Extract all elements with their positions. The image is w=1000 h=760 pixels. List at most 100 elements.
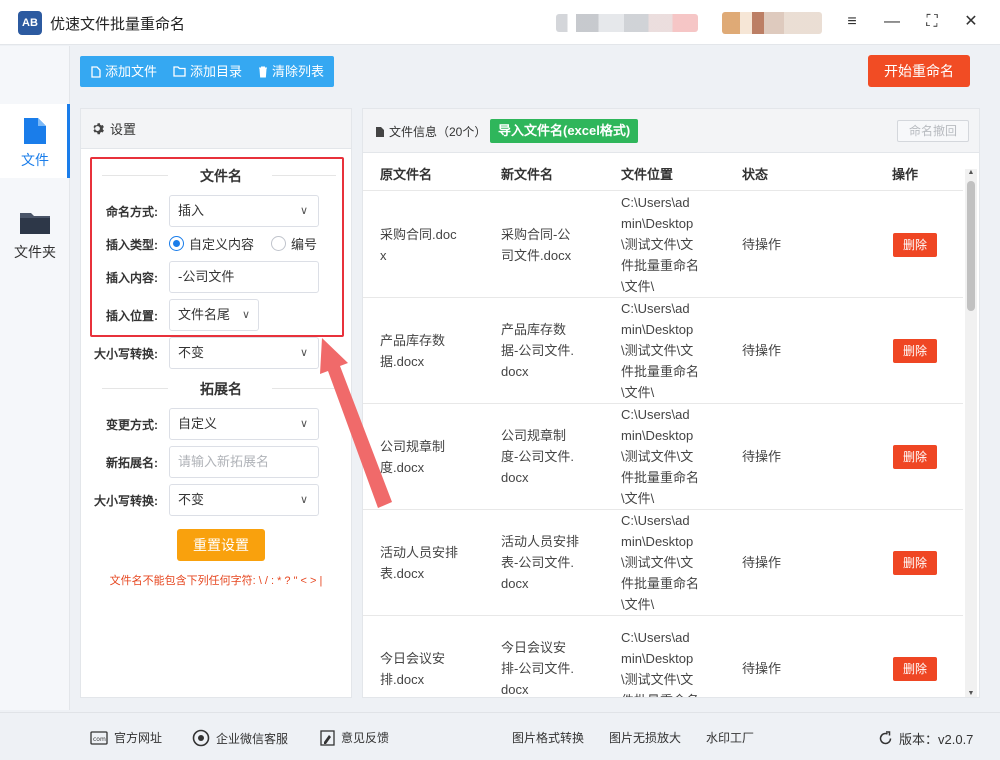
cell-line: \测试文件\文 xyxy=(621,672,694,687)
cell-line: \文件\ xyxy=(621,491,655,506)
website-link[interactable]: com 官方网址 xyxy=(90,729,162,746)
cell-line: C:\Users\ad xyxy=(621,513,690,528)
change-mode-value: 自定义 xyxy=(178,416,218,431)
folder-icon xyxy=(19,208,51,239)
refresh-icon xyxy=(879,731,892,745)
cell-line: 公司规章制 xyxy=(501,428,567,443)
cell-line: 活动人员安排 xyxy=(501,534,580,549)
chevron-down-icon: ∨ xyxy=(299,347,308,359)
image-convert-link[interactable]: 图片格式转换 xyxy=(512,729,584,746)
delete-button[interactable]: 删除 xyxy=(893,657,937,681)
settings-header: 设置 xyxy=(81,109,351,149)
cell-line: \测试文件\文 xyxy=(621,449,694,464)
reset-settings-button[interactable]: 重置设置 xyxy=(177,529,265,561)
clear-list-button[interactable]: 清除列表 xyxy=(250,56,334,87)
undo-rename-button[interactable]: 命名撤回 xyxy=(897,120,969,142)
cell-line: 件批量重命名 xyxy=(621,576,700,591)
cell-line: min\Desktop xyxy=(621,534,694,549)
naming-mode-value: 插入 xyxy=(178,203,205,218)
menu-icon[interactable]: ≡ xyxy=(839,9,865,35)
nav-item-folder[interactable]: 文件夹 xyxy=(0,196,70,270)
delete-button[interactable]: 删除 xyxy=(893,445,937,469)
status-cell: 待操作 xyxy=(742,449,782,464)
document-icon xyxy=(376,126,384,137)
file-count-text: 文件信息（20个） xyxy=(389,125,487,139)
feedback-icon xyxy=(320,729,335,746)
start-rename-button[interactable]: 开始重命名 xyxy=(868,55,970,87)
delete-button[interactable]: 删除 xyxy=(893,233,937,257)
add-folder-button[interactable]: 添加目录 xyxy=(165,56,250,87)
filename-warning: 文件名不能包含下列任何字符: \ / : * ? " < > | xyxy=(109,575,323,587)
status-cell: 待操作 xyxy=(742,661,782,676)
insert-type-label: 插入类型: xyxy=(106,238,158,252)
insert-content-input[interactable]: -公司文件 xyxy=(169,261,319,293)
cell-line: C:\Users\ad xyxy=(621,407,690,422)
table-row[interactable]: 今日会议安 排.docx 今日会议安 排-公司文件. docx C:\Users\ad mi… xyxy=(363,616,963,697)
cell-line: 件批量重命名 xyxy=(621,470,700,485)
import-excel-button[interactable]: 导入文件名(excel格式) xyxy=(490,119,639,143)
watermark-link[interactable]: 水印工厂 xyxy=(706,729,754,746)
new-name-cell: 产品库存数 据-公司文件. docx xyxy=(501,319,601,382)
cell-line: 今日会议安 xyxy=(501,640,567,655)
nav-item-label: 文件夹 xyxy=(14,244,56,260)
maximize-icon[interactable]: ⛶ xyxy=(919,9,945,35)
cell-line: C:\Users\ad xyxy=(621,630,690,645)
scroll-down-icon[interactable]: ▼ xyxy=(965,690,977,697)
nav-item-file[interactable]: 文件 xyxy=(0,104,70,178)
chevron-down-icon: ∨ xyxy=(241,309,250,321)
file-location-cell: C:\Users\ad min\Desktop \测试文件\文 件批量重命名 \文件\ xyxy=(621,404,731,509)
table-row[interactable]: 产品库存数 据.docx 产品库存数 据-公司文件. docx C:\Users\ad mi… xyxy=(363,298,963,404)
vertical-scrollbar[interactable]: ▲ ▼ xyxy=(965,169,977,697)
scroll-thumb[interactable] xyxy=(967,181,975,311)
minimize-icon[interactable]: — xyxy=(879,9,905,35)
settings-title: 设置 xyxy=(110,122,137,137)
wechat-service-link[interactable]: 企业微信客服 xyxy=(192,729,288,747)
cell-line: 司文件.docx xyxy=(501,248,572,263)
scroll-up-icon[interactable]: ▲ xyxy=(965,169,977,176)
add-folder-label: 添加目录 xyxy=(190,64,243,79)
original-name-cell: 公司规章制 度.docx xyxy=(380,436,480,478)
cell-line: x xyxy=(380,248,387,263)
delete-button[interactable]: 删除 xyxy=(893,339,937,363)
new-extension-input[interactable]: 请输入新拓展名 xyxy=(169,446,319,478)
chevron-down-icon: ∨ xyxy=(299,418,308,430)
version-info[interactable]: 版本：v2.0.7 xyxy=(878,729,973,748)
table-row[interactable]: 公司规章制 度.docx 公司规章制 度-公司文件. docx C:\Users\ad mi… xyxy=(363,404,963,510)
file-location-cell: C:\Users\ad min\Desktop \测试文件\文 件批量重命名 \文件\ xyxy=(621,192,731,297)
insert-position-label: 插入位置: xyxy=(106,309,158,323)
cell-line: 据.docx xyxy=(380,354,425,369)
radio-custom-content[interactable]: 自定义内容 xyxy=(169,234,254,253)
cell-line: 今日会议安 xyxy=(380,651,446,666)
nav-item-label: 文件 xyxy=(21,152,49,168)
naming-mode-select[interactable]: 插入 ∨ xyxy=(169,195,319,227)
svg-text:com: com xyxy=(93,736,106,743)
feedback-link[interactable]: 意见反馈 xyxy=(320,729,389,746)
add-file-button[interactable]: 添加文件 xyxy=(80,56,165,87)
delete-button[interactable]: 删除 xyxy=(893,551,937,575)
change-mode-select[interactable]: 自定义 ∨ xyxy=(169,408,319,440)
radio-number[interactable]: 编号 xyxy=(271,234,317,253)
extension-case-label: 大小写转换: xyxy=(94,494,158,508)
blurred-user-avatar[interactable] xyxy=(722,12,822,34)
image-enlarge-link[interactable]: 图片无损放大 xyxy=(609,729,681,746)
insert-position-select[interactable]: 文件名尾 ∨ xyxy=(169,299,259,331)
image-enlarge-label: 图片无损放大 xyxy=(609,731,682,745)
extension-case-select[interactable]: 不变 ∨ xyxy=(169,484,319,516)
case-convert-label: 大小写转换: xyxy=(94,347,158,361)
file-location-cell: C:\Users\ad min\Desktop \测试文件\文件批量重命名 xyxy=(621,627,731,697)
feedback-label: 意见反馈 xyxy=(341,731,390,745)
cell-line: 表-公司文件. xyxy=(501,555,574,570)
clear-list-label: 清除列表 xyxy=(272,64,325,79)
status-cell: 待操作 xyxy=(742,237,782,252)
column-status: 状态 xyxy=(742,167,769,182)
add-file-label: 添加文件 xyxy=(105,64,158,79)
table-row[interactable]: 采购合同.doc x 采购合同-公 司文件.docx C:\Users\ad min\De… xyxy=(363,192,963,298)
divider xyxy=(272,388,336,389)
version-label: 版本：v2.0.7 xyxy=(899,732,974,747)
table-row[interactable]: 活动人员安排 表.docx 活动人员安排 表-公司文件. docx C:\Users\ad… xyxy=(363,510,963,616)
cell-line: \测试文件\文 xyxy=(621,237,694,252)
close-icon[interactable]: ✕ xyxy=(958,9,984,35)
new-name-cell: 活动人员安排 表-公司文件. docx xyxy=(501,531,601,594)
footer-bar: com 官方网址 企业微信客服 意见反馈 图片格式转换 图片无损放大 水印工厂 … xyxy=(0,712,1000,760)
case-convert-select[interactable]: 不变 ∨ xyxy=(169,337,319,369)
